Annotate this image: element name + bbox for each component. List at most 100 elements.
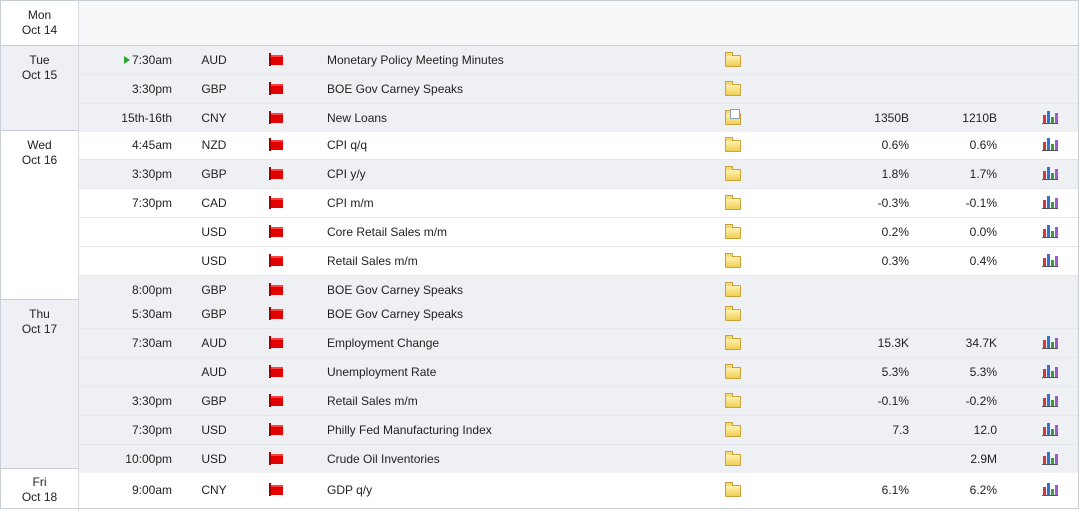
bar-chart-icon[interactable]: [1042, 335, 1058, 349]
day-group: Thu Oct 17 5:30am GBP BOE Gov Carney Speaks 7…: [1, 300, 1078, 473]
event-row[interactable]: 3:30pm GBP Retail Sales m/m -0.1% -0.2%: [79, 386, 1078, 415]
high-impact-flag-icon: [269, 254, 283, 267]
detail-cell[interactable]: [725, 131, 741, 159]
high-impact-flag-icon: [269, 82, 283, 95]
bar-chart-icon[interactable]: [1042, 253, 1058, 267]
event-row[interactable]: 7:30am AUD Monetary Policy Meeting Minutes: [79, 46, 1078, 74]
chart-cell[interactable]: [1042, 329, 1058, 357]
impact-cell: [269, 300, 285, 328]
folder-icon[interactable]: [725, 482, 741, 497]
event-row[interactable]: 5:30am GBP BOE Gov Carney Speaks: [79, 300, 1078, 328]
event-time: [79, 218, 172, 246]
event-title[interactable]: Retail Sales m/m: [327, 387, 707, 415]
event-title[interactable]: CPI q/q: [327, 131, 707, 159]
folder-icon[interactable]: [725, 195, 741, 210]
detail-cell[interactable]: [725, 329, 741, 357]
previous-value: [937, 46, 997, 74]
forecast-value: -0.3%: [877, 196, 909, 210]
event-row[interactable]: 7:30pm USD Philly Fed Manufacturing Index 7…: [79, 415, 1078, 444]
detail-cell[interactable]: [725, 300, 741, 328]
folder-icon[interactable]: [725, 364, 741, 379]
folder-icon[interactable]: [725, 393, 741, 408]
bar-chart-icon[interactable]: [1042, 451, 1058, 465]
detail-cell[interactable]: [725, 75, 741, 103]
folder-note-icon[interactable]: [725, 109, 741, 125]
event-time: [79, 358, 172, 386]
chart-cell[interactable]: [1042, 189, 1058, 217]
event-title[interactable]: BOE Gov Carney Speaks: [327, 75, 707, 103]
event-title[interactable]: GDP q/y: [327, 469, 707, 511]
folder-icon[interactable]: [725, 306, 741, 321]
bar-chart-icon[interactable]: [1042, 166, 1058, 180]
bar-chart-icon[interactable]: [1042, 110, 1058, 124]
high-impact-flag-icon: [269, 483, 283, 496]
event-title[interactable]: BOE Gov Carney Speaks: [327, 300, 707, 328]
chart-cell[interactable]: [1042, 218, 1058, 246]
day-weekday: Mon: [27, 8, 52, 22]
event-row[interactable]: USD Core Retail Sales m/m 0.2% 0.0%: [79, 217, 1078, 246]
event-title[interactable]: Retail Sales m/m: [327, 247, 707, 275]
event-row[interactable]: 7:30pm CAD CPI m/m -0.3% -0.1%: [79, 188, 1078, 217]
day-rows: 9:00am CNY GDP q/y 6.1% 6.2%: [79, 469, 1078, 511]
event-title[interactable]: Unemployment Rate: [327, 358, 707, 386]
chart-cell[interactable]: [1042, 131, 1058, 159]
folder-icon[interactable]: [725, 253, 741, 268]
folder-icon[interactable]: [725, 451, 741, 466]
event-title[interactable]: New Loans: [327, 104, 707, 132]
event-row[interactable]: 15th-16th CNY New Loans 1350B 1210B: [79, 103, 1078, 132]
detail-cell[interactable]: [725, 189, 741, 217]
chart-cell[interactable]: [1042, 104, 1058, 132]
folder-icon[interactable]: [725, 335, 741, 350]
detail-cell[interactable]: [725, 416, 741, 444]
folder-icon[interactable]: [725, 137, 741, 152]
event-row[interactable]: 3:30pm GBP BOE Gov Carney Speaks: [79, 74, 1078, 103]
detail-cell[interactable]: [725, 104, 741, 132]
event-title[interactable]: CPI y/y: [327, 160, 707, 188]
detail-cell[interactable]: [725, 358, 741, 386]
day-date: Oct 18: [21, 490, 58, 504]
folder-icon[interactable]: [725, 81, 741, 96]
impact-cell: [269, 416, 285, 444]
event-currency: USD: [201, 254, 227, 268]
folder-icon[interactable]: [725, 224, 741, 239]
chart-cell[interactable]: [1042, 247, 1058, 275]
event-title[interactable]: Employment Change: [327, 329, 707, 357]
event-row[interactable]: 4:45am NZD CPI q/q 0.6% 0.6%: [79, 131, 1078, 159]
event-row[interactable]: USD Retail Sales m/m 0.3% 0.4%: [79, 246, 1078, 275]
event-row[interactable]: AUD Unemployment Rate 5.3% 5.3%: [79, 357, 1078, 386]
bar-chart-icon[interactable]: [1042, 195, 1058, 209]
detail-cell[interactable]: [725, 387, 741, 415]
folder-icon[interactable]: [725, 422, 741, 437]
forecast-value: -0.1%: [877, 394, 909, 408]
folder-icon[interactable]: [725, 282, 741, 297]
event-title[interactable]: Philly Fed Manufacturing Index: [327, 416, 707, 444]
event-title[interactable]: CPI m/m: [327, 189, 707, 217]
event-row[interactable]: 9:00am CNY GDP q/y 6.1% 6.2%: [79, 469, 1078, 511]
day-date: Oct 17: [21, 322, 58, 336]
chart-cell[interactable]: [1042, 469, 1058, 511]
folder-icon[interactable]: [725, 166, 741, 181]
bar-chart-icon[interactable]: [1042, 482, 1058, 496]
chart-cell[interactable]: [1042, 416, 1058, 444]
detail-cell[interactable]: [725, 160, 741, 188]
detail-cell[interactable]: [725, 469, 741, 511]
impact-cell: [269, 469, 285, 511]
event-title[interactable]: Core Retail Sales m/m: [327, 218, 707, 246]
previous-value: 6.2%: [969, 483, 997, 497]
chart-cell[interactable]: [1042, 358, 1058, 386]
detail-cell[interactable]: [725, 218, 741, 246]
event-title[interactable]: Monetary Policy Meeting Minutes: [327, 46, 707, 74]
detail-cell[interactable]: [725, 46, 741, 74]
event-row[interactable]: 3:30pm GBP CPI y/y 1.8% 1.7%: [79, 159, 1078, 188]
bar-chart-icon[interactable]: [1042, 137, 1058, 151]
bar-chart-icon[interactable]: [1042, 224, 1058, 238]
chart-cell[interactable]: [1042, 160, 1058, 188]
bar-chart-icon[interactable]: [1042, 393, 1058, 407]
detail-cell[interactable]: [725, 247, 741, 275]
chart-cell[interactable]: [1042, 387, 1058, 415]
bar-chart-icon[interactable]: [1042, 364, 1058, 378]
folder-icon[interactable]: [725, 52, 741, 67]
event-row[interactable]: 7:30am AUD Employment Change 15.3K 34.7K: [79, 328, 1078, 357]
bar-chart-icon[interactable]: [1042, 422, 1058, 436]
event-currency: CNY: [201, 483, 227, 497]
